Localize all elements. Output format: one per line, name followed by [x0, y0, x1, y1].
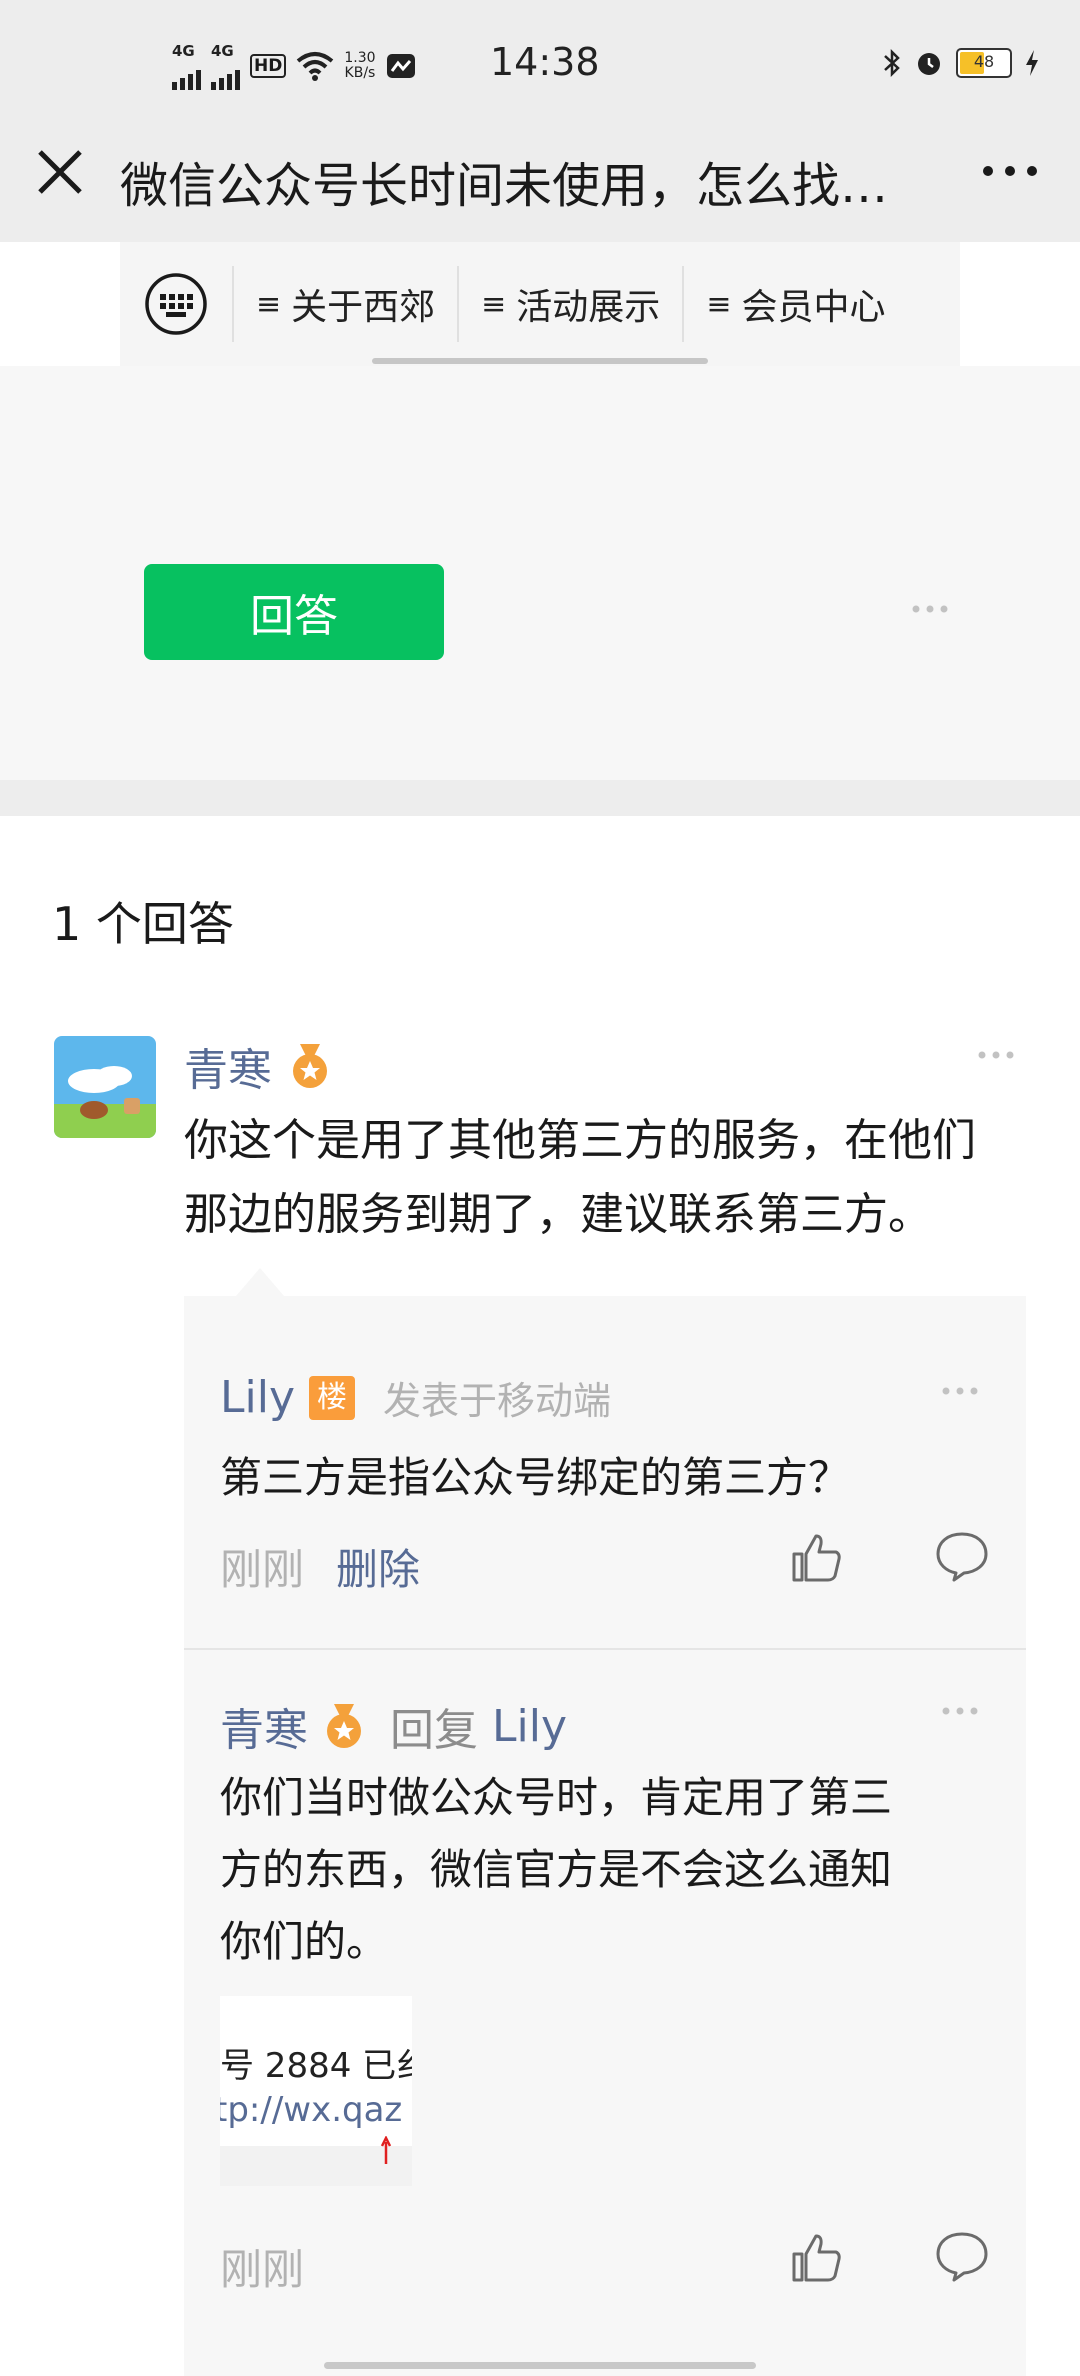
comment-text-line: 你们当时做公众号时，肯定用了第三: [220, 1773, 893, 1822]
op-badge: 楼: [309, 1375, 356, 1420]
comment-image[interactable]: 号 2884 已纟 tp://wx.qaz: [220, 1996, 412, 2186]
comment-author-name[interactable]: 青寒: [220, 1694, 308, 1758]
menu-item-members[interactable]: ≡ 会员中心: [682, 266, 907, 342]
keyboard-icon: [145, 273, 207, 335]
menu-list-icon: ≡: [481, 286, 507, 322]
red-arrow-icon: [380, 2136, 392, 2164]
question-actions: 回答: [0, 366, 1080, 780]
home-indicator[interactable]: [324, 2362, 756, 2369]
network-speed: 1.30 KB/s: [344, 51, 375, 81]
signal-icon: 4G: [172, 42, 201, 90]
status-icons-left: 4G 4G HD 1.30 KB/s: [172, 42, 416, 90]
menu-item-activities[interactable]: ≡ 活动展示: [457, 266, 682, 342]
charging-icon: [1026, 50, 1038, 76]
answer-author[interactable]: 青寒: [184, 1034, 332, 1098]
image-text: 号 2884 已纟: [220, 2046, 412, 2086]
speed-value: 1.30: [344, 50, 376, 66]
official-account-menu: ≡ 关于西郊 ≡ 活动展示 ≡ 会员中心: [120, 242, 960, 366]
avatar[interactable]: [54, 1036, 156, 1138]
battery-level: 48: [973, 52, 995, 71]
speed-unit: KB/s: [344, 65, 376, 81]
comment-author: 青寒 回复 Lily: [220, 1694, 567, 1758]
menu-item-label: 关于西郊: [291, 287, 436, 328]
menu-item-label: 活动展示: [516, 287, 661, 328]
comment-text-line: 方的东西，微信官方是不会这么通知: [220, 1845, 893, 1894]
comment-source: 发表于移动端: [383, 1379, 612, 1423]
comment-text: 第三方是指公众号绑定的第三方？: [220, 1453, 851, 1502]
medal-icon: [327, 1704, 361, 1748]
title-bar: 微信公众号长时间未使用，怎么找…: [0, 132, 1080, 242]
comment-icon[interactable]: [934, 1528, 990, 1584]
menu-item-about[interactable]: ≡ 关于西郊: [232, 266, 457, 342]
alarm-icon: [918, 53, 940, 75]
status-icons-right: 48: [882, 48, 1040, 78]
menu-item-label: 会员中心: [741, 287, 886, 328]
comment-time: 刚刚: [220, 1545, 305, 1594]
menu-list-icon: ≡: [256, 286, 282, 322]
network-type-label: 4G: [172, 42, 195, 60]
answer-more-icon[interactable]: [976, 1048, 1016, 1062]
question-more-icon[interactable]: [910, 602, 950, 616]
menu-scroll-indicator: [372, 358, 708, 364]
answer-text-line: 那边的服务到期了，建议联系第三方。: [184, 1189, 932, 1240]
comment-author-name[interactable]: Lily: [220, 1372, 295, 1423]
close-icon[interactable]: [34, 146, 86, 198]
more-options-icon[interactable]: [980, 156, 1040, 186]
author-name[interactable]: 青寒: [184, 1034, 272, 1098]
comment-time: 刚刚: [220, 2245, 305, 2294]
like-icon[interactable]: [788, 2230, 844, 2286]
status-time: 14:38: [490, 40, 600, 84]
answer-text: 你这个是用了其他第三方的服务，在他们 那边的服务到期了，建议联系第三方。: [184, 1104, 1024, 1252]
bluetooth-icon: [884, 48, 900, 78]
answers-count: 1 个回答: [52, 897, 234, 951]
network-type-label: 4G: [211, 42, 234, 60]
status-bar: 4G 4G HD 1.30 KB/s 14:38 48: [0, 0, 1080, 132]
comment-icon[interactable]: [934, 2228, 990, 2284]
message-app-icon: [386, 54, 415, 78]
comment-more-icon[interactable]: [940, 1704, 980, 1718]
keyboard-toggle-button[interactable]: [120, 254, 232, 354]
thread-pointer: [236, 1268, 284, 1296]
comment-text: 你们当时做公众号时，肯定用了第三 方的东西，微信官方是不会这么通知 你们的。: [220, 1762, 892, 1978]
reply-label: 回复: [390, 1705, 478, 1756]
signal-icon: 4G: [211, 42, 240, 90]
delete-button[interactable]: 删除: [336, 1536, 420, 1597]
like-icon[interactable]: [788, 1530, 844, 1586]
reply-target-name[interactable]: Lily: [492, 1701, 567, 1752]
menu-list-icon: ≡: [706, 286, 732, 322]
answer-button[interactable]: 回答: [144, 564, 444, 660]
image-text: tp://wx.qaz: [220, 2090, 403, 2130]
medal-icon: [293, 1044, 327, 1088]
battery-icon: 48: [956, 48, 1012, 78]
comment-divider: [184, 1648, 1026, 1650]
section-divider: [0, 780, 1080, 816]
comment-more-icon[interactable]: [940, 1384, 980, 1398]
wifi-icon: [297, 52, 334, 81]
comment-text-line: 你们的。: [220, 1917, 389, 1966]
page-title: 微信公众号长时间未使用，怎么找…: [120, 158, 889, 214]
hd-voice-icon: HD: [250, 54, 287, 78]
answer-text-line: 你这个是用了其他第三方的服务，在他们: [184, 1115, 976, 1166]
comment-author: Lily 楼 发表于移动端: [220, 1370, 611, 1425]
